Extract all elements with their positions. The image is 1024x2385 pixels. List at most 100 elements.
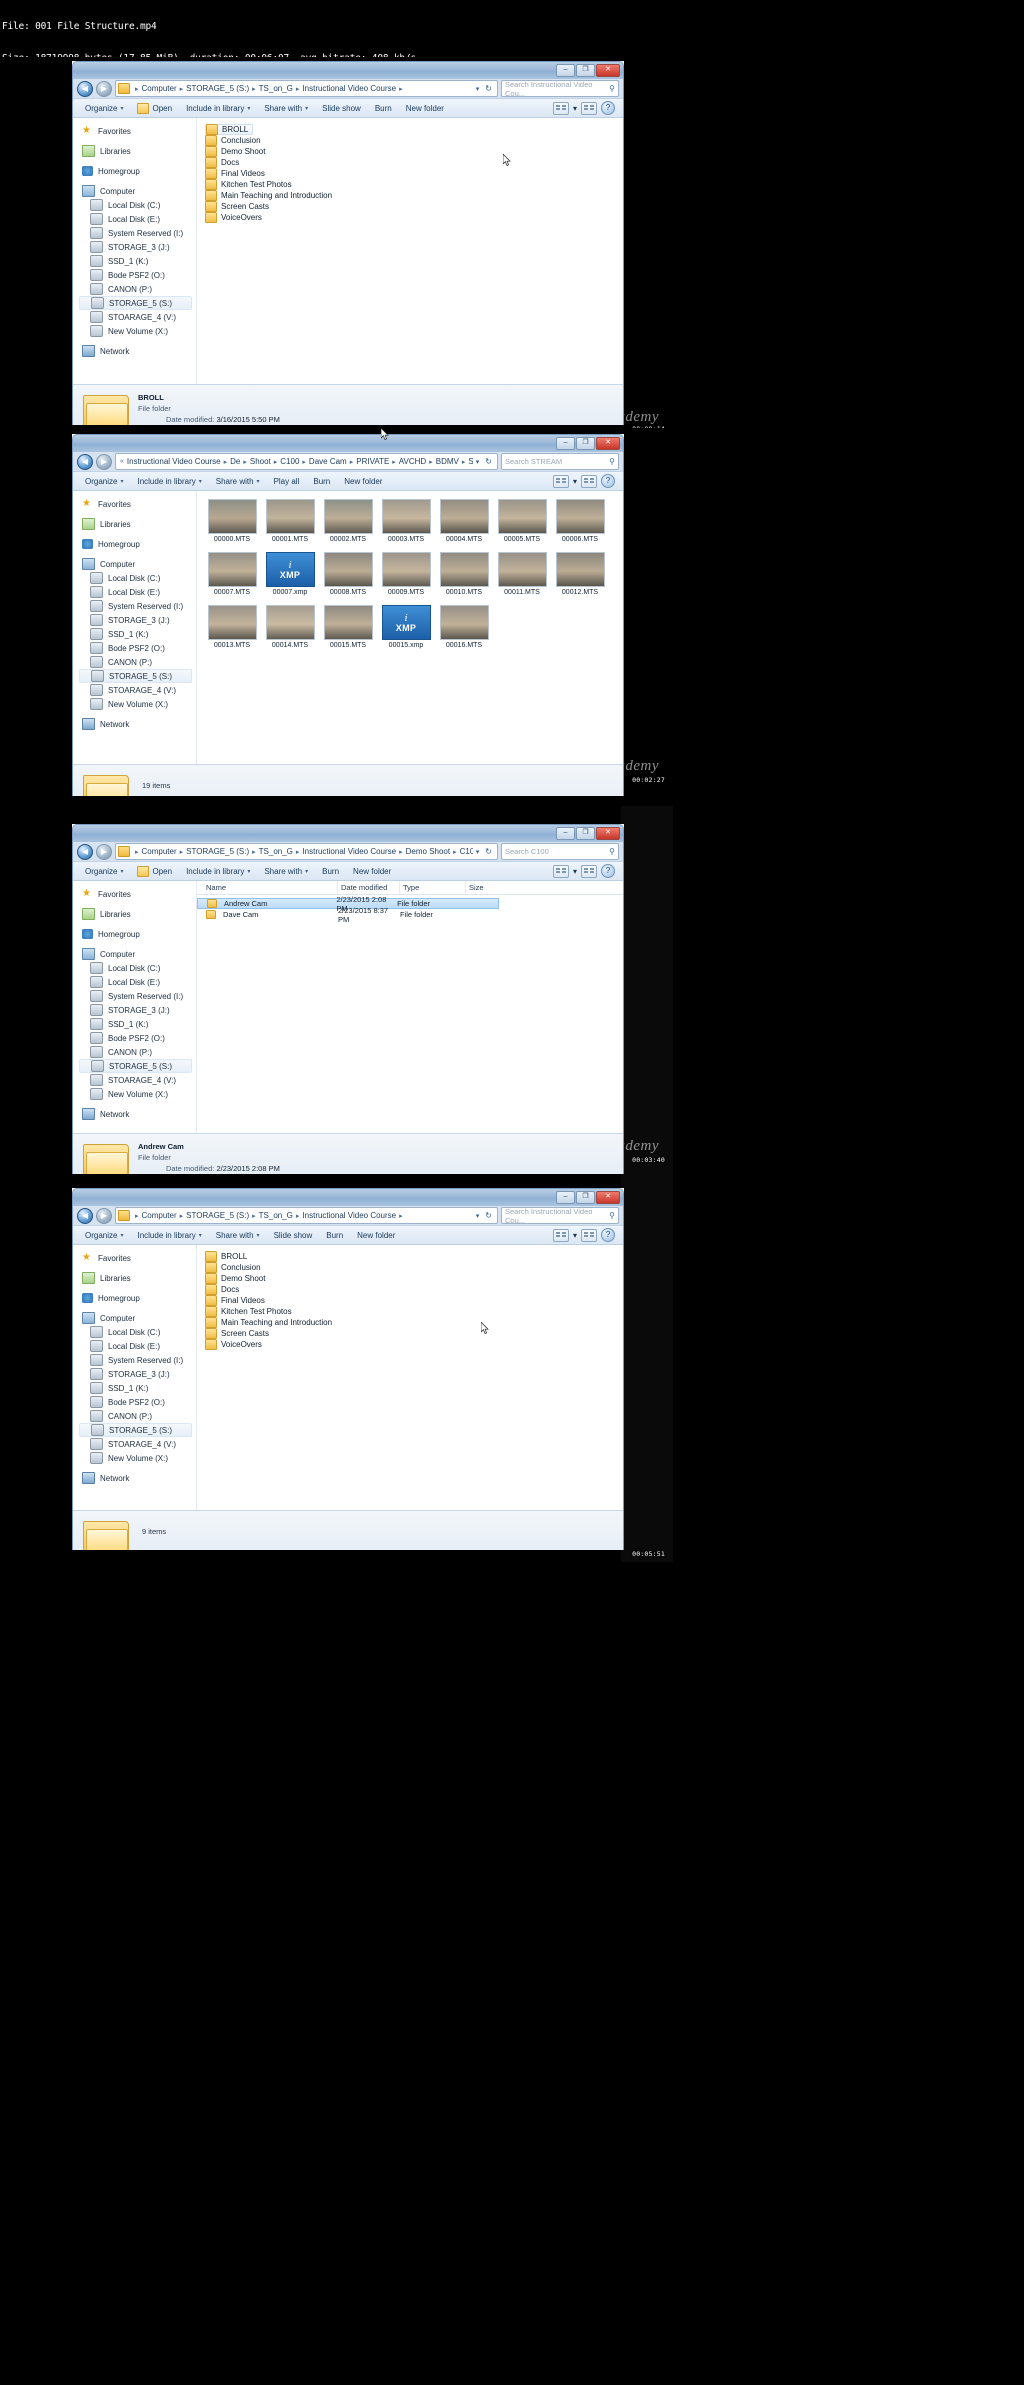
preview-pane-icon[interactable] <box>581 1228 597 1242</box>
breadcrumb-item[interactable]: Shoot <box>250 457 271 466</box>
sidebar-item-drive[interactable]: Bode PSF2 (O:) <box>79 268 196 282</box>
back-icon[interactable]: ◀ <box>77 80 93 97</box>
forward-icon[interactable]: ▶ <box>96 80 112 97</box>
window-controls[interactable]: – ❐ ✕ <box>556 827 620 840</box>
sidebar-item-drive[interactable]: STOARAGE_4 (V:) <box>79 683 196 697</box>
close-button[interactable]: ✕ <box>596 1191 620 1204</box>
sidebar-item-drive-selected[interactable]: STORAGE_5 (S:) <box>79 1423 192 1437</box>
toolbar-share-with[interactable]: Share with ▾ <box>257 102 315 115</box>
grid-item[interactable]: 00015.MTS <box>319 605 377 649</box>
breadcrumb-item[interactable]: Instructional Video Course <box>127 457 221 466</box>
grid-item[interactable]: 00008.MTS <box>319 552 377 596</box>
preview-pane-icon[interactable] <box>581 474 597 488</box>
list-item[interactable]: VoiceOvers <box>205 1339 623 1350</box>
sidebar-item-favorites[interactable]: ★ Favorites <box>79 497 196 511</box>
sidebar-item-drive[interactable]: STOARAGE_4 (V:) <box>79 310 196 324</box>
list-item[interactable]: Demo Shoot <box>205 146 623 157</box>
breadcrumb[interactable]: « Instructional Video Course ▸ De ▸ Shoot ▸… <box>118 457 473 466</box>
list-item[interactable]: Docs <box>205 1284 623 1295</box>
change-view-icon[interactable] <box>552 864 569 878</box>
list-item[interactable]: Kitchen Test Photos <box>205 1306 623 1317</box>
sidebar-item-drive[interactable]: System Reserved (I:) <box>79 599 196 613</box>
back-icon[interactable]: ◀ <box>77 843 93 860</box>
sidebar-item-drive[interactable]: Local Disk (C:) <box>79 571 196 585</box>
list-item[interactable]: Screen Casts <box>205 201 623 212</box>
toolbar-include-in-library[interactable]: Include in library ▾ <box>179 865 257 878</box>
help-icon[interactable]: ? <box>601 864 615 878</box>
breadcrumb-item[interactable]: Demo Shoot <box>406 847 450 856</box>
preview-pane-icon[interactable] <box>581 864 597 878</box>
toolbar-organize[interactable]: Organize ▾ <box>78 1229 130 1242</box>
toolbar-share-with[interactable]: Share with ▾ <box>209 475 267 488</box>
sidebar-item-drive[interactable]: Local Disk (E:) <box>79 212 196 226</box>
help-icon[interactable]: ? <box>601 474 615 488</box>
toolbar-slide-show[interactable]: Slide show <box>267 1229 320 1242</box>
sidebar-item-libraries[interactable]: Libraries <box>79 1271 196 1285</box>
address-bar[interactable]: ▸ Computer ▸ STORAGE_5 (S:) ▸ TS_on_G ▸ Inst… <box>115 1207 498 1224</box>
forward-icon[interactable]: ▶ <box>96 1207 112 1224</box>
minimize-button[interactable]: – <box>556 1191 575 1204</box>
grid-item[interactable]: 00003.MTS <box>377 499 435 543</box>
refresh-icon[interactable]: ↻ <box>482 847 495 856</box>
grid-item[interactable]: 00010.MTS <box>435 552 493 596</box>
chevron-down-icon[interactable]: ▾ <box>573 1231 577 1240</box>
toolbar-include-in-library[interactable]: Include in library ▾ <box>130 1229 208 1242</box>
file-list-pane[interactable]: Name Date modified Type Size Andrew Cam … <box>197 881 623 1133</box>
refresh-icon[interactable]: ↻ <box>482 84 495 93</box>
sidebar-item-favorites[interactable]: ★ Favorites <box>79 887 196 901</box>
grid-item[interactable]: 00009.MTS <box>377 552 435 596</box>
address-bar[interactable]: « Instructional Video Course ▸ De ▸ Shoot ▸… <box>115 453 498 470</box>
toolbar-include-in-library[interactable]: Include in library ▾ <box>179 102 257 115</box>
sidebar-item-drive[interactable]: CANON (P:) <box>79 655 196 669</box>
toolbar-burn[interactable]: Burn <box>306 475 337 488</box>
grid-item[interactable]: 00014.MTS <box>261 605 319 649</box>
sidebar-item-homegroup[interactable]: Homegroup <box>79 1291 196 1305</box>
breadcrumb-item[interactable]: TS_on_G <box>259 847 293 856</box>
maximize-button[interactable]: ❐ <box>576 64 595 77</box>
breadcrumb-item[interactable]: Computer <box>142 847 177 856</box>
breadcrumb-item[interactable]: TS_on_G <box>259 1211 293 1220</box>
change-view-icon[interactable] <box>552 474 569 488</box>
forward-icon[interactable]: ▶ <box>96 843 112 860</box>
toolbar-new-folder[interactable]: New folder <box>399 102 451 115</box>
column-header-date[interactable]: Date modified <box>338 881 400 894</box>
grid-item[interactable]: 00007.MTS <box>203 552 261 596</box>
window-controls[interactable]: – ❐ ✕ <box>556 64 620 77</box>
grid-item[interactable]: 00002.MTS <box>319 499 377 543</box>
window-controls[interactable]: – ❐ ✕ <box>556 437 620 450</box>
sidebar-item-drive[interactable]: STOARAGE_4 (V:) <box>79 1073 196 1087</box>
toolbar-share-with[interactable]: Share with ▾ <box>257 865 315 878</box>
toolbar-new-folder[interactable]: New folder <box>337 475 389 488</box>
sidebar-item-drive[interactable]: Local Disk (C:) <box>79 961 196 975</box>
list-item[interactable]: Kitchen Test Photos <box>205 179 623 190</box>
file-list-pane[interactable]: BROLL Conclusion Demo Shoot Docs Final V… <box>197 118 623 384</box>
search-input[interactable]: Search Instructional Video Cou... ⚲ <box>501 1207 619 1225</box>
breadcrumb-item[interactable]: Dave Cam <box>309 457 347 466</box>
breadcrumb-item[interactable]: STORAGE_5 (S:) <box>186 847 249 856</box>
sidebar-item-drive[interactable]: Local Disk (E:) <box>79 1339 196 1353</box>
change-view-icon[interactable] <box>552 1228 569 1242</box>
list-item[interactable]: Main Teaching and Introduction <box>205 1317 623 1328</box>
column-header-name[interactable]: Name <box>203 881 338 894</box>
sidebar-item-drive[interactable]: STORAGE_3 (J:) <box>79 1367 196 1381</box>
breadcrumb-item[interactable]: AVCHD <box>399 457 426 466</box>
window-controls[interactable]: – ❐ ✕ <box>556 1191 620 1204</box>
column-header-type[interactable]: Type <box>400 881 466 894</box>
toolbar-share-with[interactable]: Share with ▾ <box>209 1229 267 1242</box>
chevron-down-icon[interactable]: ▾ <box>573 477 577 486</box>
grid-item[interactable]: 00006.MTS <box>551 499 609 543</box>
toolbar-new-folder[interactable]: New folder <box>350 1229 402 1242</box>
sidebar-item-drive[interactable]: System Reserved (I:) <box>79 226 196 240</box>
grid-item[interactable]: 00016.MTS <box>435 605 493 649</box>
breadcrumb[interactable]: ▸ Computer ▸ STORAGE_5 (S:) ▸ TS_on_G ▸ Inst… <box>118 83 473 94</box>
sidebar-item-homegroup[interactable]: Homegroup <box>79 164 196 178</box>
toolbar-include-in-library[interactable]: Include in library ▾ <box>130 475 208 488</box>
breadcrumb-item[interactable]: De <box>230 457 240 466</box>
sidebar-item-drive[interactable]: New Volume (X:) <box>79 1451 196 1465</box>
grid-item[interactable]: i XMP 00015.xmp <box>377 605 435 649</box>
search-input[interactable]: Search Instructional Video Cou... ⚲ <box>501 80 619 98</box>
toolbar-burn[interactable]: Burn <box>368 102 399 115</box>
sidebar-item-drive[interactable]: SSD_1 (K:) <box>79 1017 196 1031</box>
help-icon[interactable]: ? <box>601 1228 615 1242</box>
sidebar-item-network[interactable]: Network <box>79 717 196 731</box>
